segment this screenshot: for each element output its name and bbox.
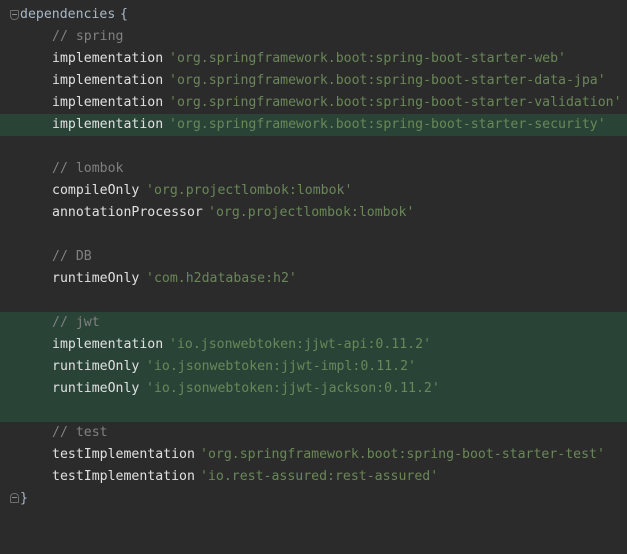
dependency-config: implementation (52, 73, 164, 88)
code-line[interactable]: // jwt (0, 312, 627, 334)
dependency-string: 'org.springframework.boot:spring-boot-st… (169, 73, 606, 88)
code-editor[interactable]: dependencies { // spring implementation '… (0, 0, 627, 516)
dependency-config: runtimeOnly (52, 359, 140, 374)
dependency-config: testImplementation (52, 447, 195, 462)
open-brace: { (120, 7, 128, 22)
code-line[interactable]: implementation 'io.jsonwebtoken:jjwt-api… (0, 334, 627, 356)
code-line[interactable]: implementation 'org.springframework.boot… (0, 48, 627, 70)
code-line[interactable]: runtimeOnly 'io.jsonwebtoken:jjwt-jackso… (0, 378, 627, 400)
dependency-string: 'org.springframework.boot:spring-boot-st… (169, 117, 606, 132)
code-line[interactable]: runtimeOnly 'com.h2database:h2' (0, 268, 627, 290)
comment: // spring (52, 29, 124, 44)
code-line[interactable]: runtimeOnly 'io.jsonwebtoken:jjwt-impl:0… (0, 356, 627, 378)
dependency-string: 'org.projectlombok:lombok' (208, 205, 415, 220)
code-line[interactable]: } (0, 488, 627, 510)
dependency-string: 'io.jsonwebtoken:jjwt-api:0.11.2' (169, 337, 432, 352)
dependency-config: annotationProcessor (52, 205, 203, 220)
dependency-string: 'org.projectlombok:lombok' (146, 183, 353, 198)
code-line[interactable]: // test (0, 422, 627, 444)
close-brace: } (20, 491, 28, 506)
code-line[interactable]: implementation 'org.springframework.boot… (0, 70, 627, 92)
dependency-config: compileOnly (52, 183, 140, 198)
code-line[interactable]: // lombok (0, 158, 627, 180)
block-keyword: dependencies (20, 7, 116, 22)
dependency-config: implementation (52, 51, 164, 66)
code-line[interactable]: testImplementation 'org.springframework.… (0, 444, 627, 466)
code-line[interactable]: // spring (0, 26, 627, 48)
dependency-config: implementation (52, 117, 164, 132)
code-line[interactable]: annotationProcessor 'org.projectlombok:l… (0, 202, 627, 224)
code-line[interactable]: implementation 'org.springframework.boot… (0, 114, 627, 136)
dependency-string: 'org.springframework.boot:spring-boot-st… (200, 447, 605, 462)
dependency-string: 'io.rest-assured:rest-assured' (200, 469, 439, 484)
dependency-config: runtimeOnly (52, 271, 140, 286)
comment: // test (52, 425, 108, 440)
code-line[interactable]: compileOnly 'org.projectlombok:lombok' (0, 180, 627, 202)
code-line[interactable]: testImplementation 'io.rest-assured:rest… (0, 466, 627, 488)
dependency-config: testImplementation (52, 469, 195, 484)
comment: // lombok (52, 161, 124, 176)
dependency-config: runtimeOnly (52, 381, 140, 396)
dependency-string: 'org.springframework.boot:spring-boot-st… (169, 51, 566, 66)
comment: // jwt (52, 315, 100, 330)
dependency-string: 'org.springframework.boot:spring-boot-st… (169, 95, 622, 110)
code-line[interactable]: dependencies { (0, 4, 627, 26)
dependency-string: 'io.jsonwebtoken:jjwt-impl:0.11.2' (146, 359, 416, 374)
code-line[interactable]: // DB (0, 246, 627, 268)
comment: // DB (52, 249, 92, 264)
dependency-config: implementation (52, 95, 164, 110)
dependency-config: implementation (52, 337, 164, 352)
dependency-string: 'io.jsonwebtoken:jjwt-jackson:0.11.2' (146, 381, 440, 396)
code-line[interactable]: implementation 'org.springframework.boot… (0, 92, 627, 114)
dependency-string: 'com.h2database:h2' (146, 271, 297, 286)
